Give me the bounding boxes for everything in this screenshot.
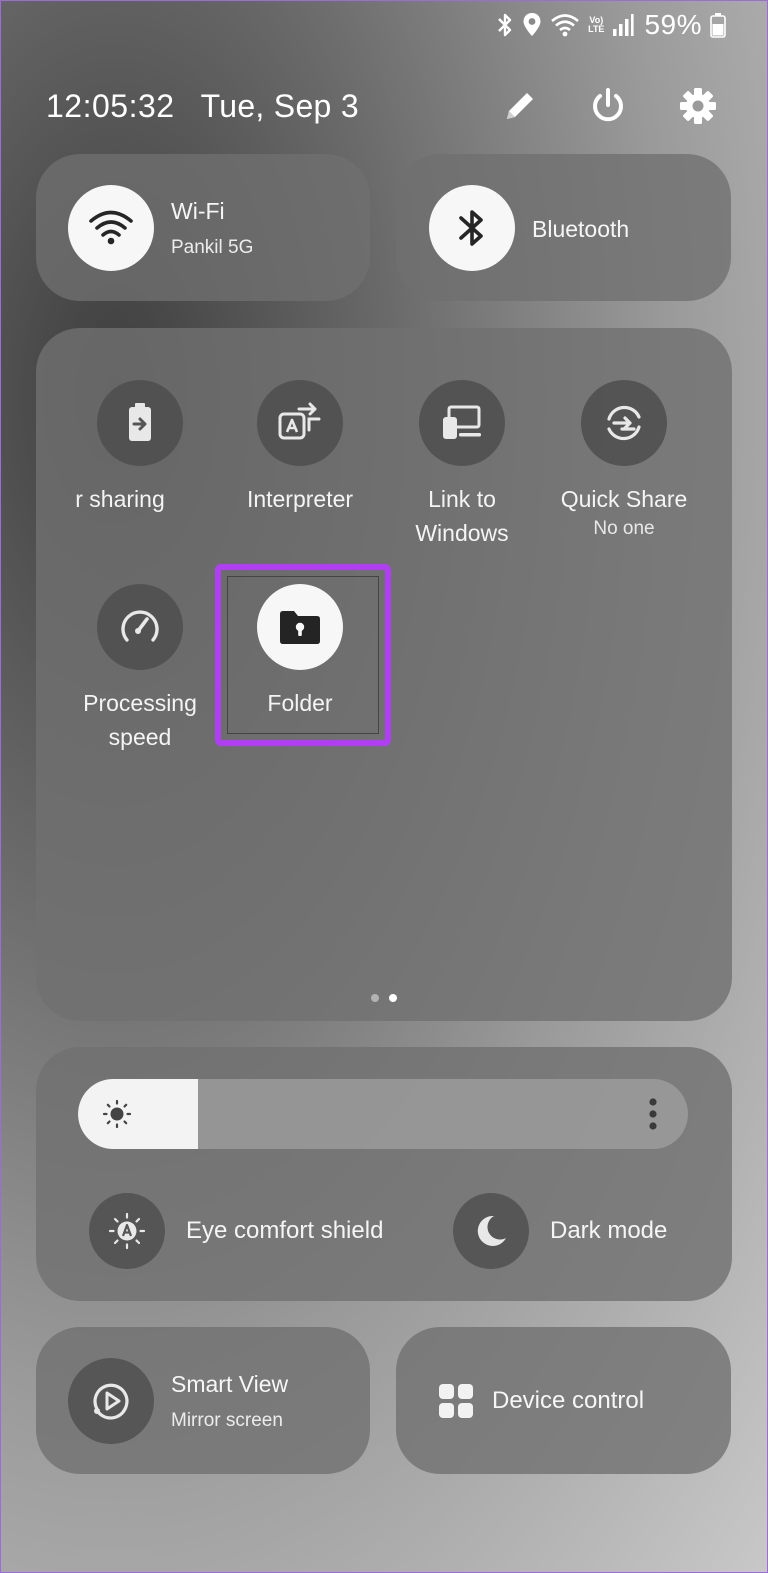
- qs-battery-sharing-label: r sharing: [75, 486, 165, 512]
- more-options-icon[interactable]: [648, 1097, 658, 1131]
- bluetooth-icon: [498, 13, 512, 37]
- qs-processing-speed[interactable]: Processing speed: [60, 584, 220, 754]
- brightness-panel: Eye comfort shield Dark mode: [36, 1047, 732, 1301]
- page-dot-active[interactable]: [389, 994, 397, 1002]
- speedometer-icon: [97, 584, 183, 670]
- signal-icon: [613, 14, 635, 36]
- bluetooth-icon: [459, 210, 483, 246]
- bluetooth-toggle[interactable]: [429, 185, 515, 271]
- bluetooth-tile[interactable]: Bluetooth: [396, 154, 731, 301]
- volte-icon: Vo) LTE: [588, 16, 604, 34]
- link-windows-icon: [419, 380, 505, 466]
- quick-share-icon: [581, 380, 667, 466]
- device-control-title: Device control: [492, 1387, 645, 1414]
- eye-comfort-shield-label: Eye comfort shield: [186, 1217, 384, 1244]
- brightness-slider[interactable]: [78, 1079, 688, 1149]
- eye-comfort-shield-toggle[interactable]: Eye comfort shield: [89, 1193, 383, 1269]
- smart-view-icon: [93, 1383, 129, 1420]
- location-icon: [523, 13, 541, 36]
- smart-view-title: Smart View: [171, 1371, 289, 1397]
- lte-label: LTE: [588, 24, 605, 34]
- translate-icon: [257, 380, 343, 466]
- qs-link-to-windows-label: Link to Windows: [415, 486, 509, 546]
- pencil-icon[interactable]: [502, 88, 538, 124]
- clock: 12:05:32: [46, 87, 175, 124]
- moon-icon: [453, 1193, 529, 1269]
- wifi-toggle[interactable]: [68, 185, 154, 271]
- qs-interpreter-label: Interpreter: [246, 486, 354, 512]
- folder-highlight-box: [215, 564, 391, 746]
- page-indicator: [36, 994, 732, 1002]
- wifi-tile[interactable]: Wi-Fi Pankil 5G: [36, 154, 370, 301]
- date: Tue, Sep 3: [200, 87, 359, 124]
- wifi-icon: [89, 210, 133, 245]
- device-control-tile[interactable]: Device control: [396, 1327, 731, 1474]
- eye-comfort-icon: [89, 1193, 165, 1269]
- bluetooth-title: Bluetooth: [532, 216, 630, 242]
- status-bar: Vo) LTE 59%: [496, 8, 726, 42]
- dark-mode-toggle[interactable]: Dark mode: [453, 1193, 667, 1269]
- wifi-icon: [551, 14, 579, 37]
- dark-mode-label: Dark mode: [550, 1217, 668, 1244]
- qs-quick-share[interactable]: Quick Share No one: [544, 380, 704, 540]
- page-dot[interactable]: [371, 994, 379, 1002]
- power-icon[interactable]: [588, 86, 628, 126]
- battery-share-icon: [97, 380, 183, 466]
- battery-percent: 59%: [644, 9, 702, 40]
- qs-quick-share-label: Quick Share: [560, 486, 688, 512]
- smart-view-button[interactable]: [68, 1358, 154, 1444]
- wifi-title: Wi-Fi: [171, 198, 225, 224]
- brightness-fill: [78, 1079, 199, 1149]
- smart-view-tile[interactable]: Smart View Mirror screen: [36, 1327, 370, 1474]
- sun-icon: [102, 1099, 132, 1129]
- qs-battery-sharing[interactable]: r sharing: [60, 380, 220, 516]
- qs-interpreter[interactable]: Interpreter: [220, 380, 380, 516]
- device-control-icon: [439, 1384, 473, 1418]
- panel-header: 12:05:32 Tue, Sep 3: [46, 84, 718, 128]
- smart-view-subtitle: Mirror screen: [171, 1410, 283, 1431]
- qs-link-to-windows[interactable]: Link to Windows: [382, 380, 542, 550]
- qs-quick-share-sublabel: No one: [593, 518, 655, 539]
- gear-icon[interactable]: [678, 86, 718, 126]
- battery-icon: [710, 13, 726, 38]
- wifi-network: Pankil 5G: [171, 237, 254, 258]
- qs-processing-speed-label: Processing speed: [83, 690, 197, 750]
